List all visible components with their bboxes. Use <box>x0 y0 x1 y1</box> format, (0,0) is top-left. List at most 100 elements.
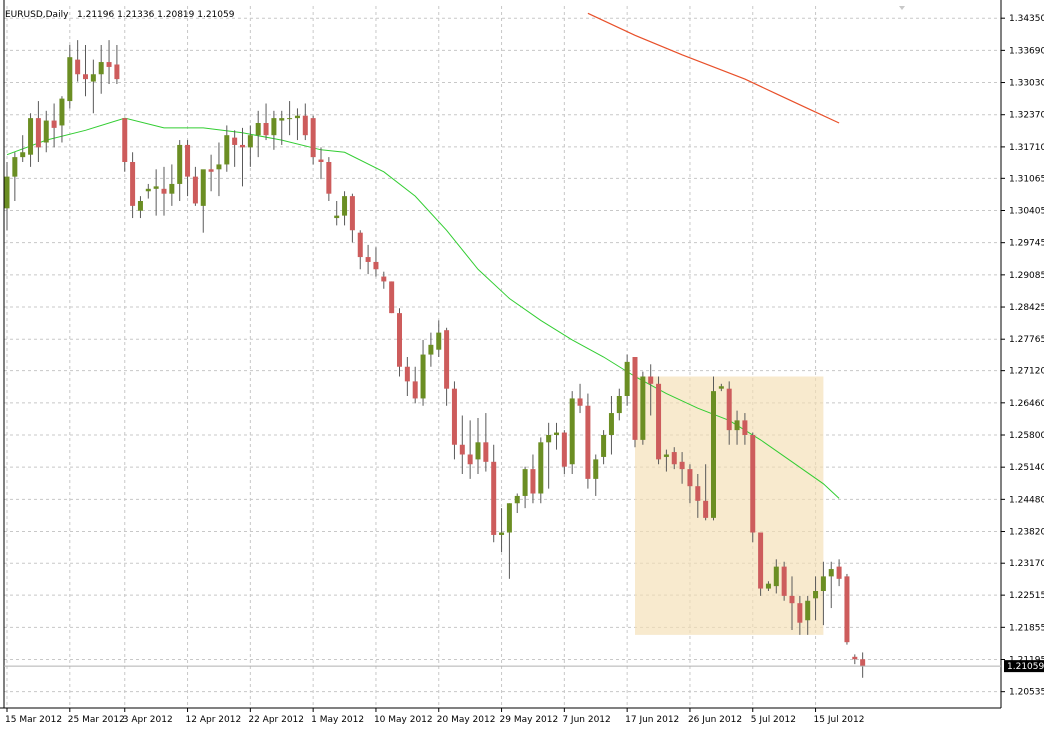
candle-bull <box>200 169 206 233</box>
x-tick-label: 5 Jul 2012 <box>751 715 796 725</box>
candle-body <box>648 376 654 384</box>
candle-bull <box>593 454 599 496</box>
candle-bear <box>656 376 662 465</box>
current-price-label: 1.21059 <box>1007 662 1044 672</box>
grid <box>4 6 1001 708</box>
candle-body <box>585 405 591 479</box>
candle-bull <box>436 320 442 357</box>
shift-marker-icon <box>899 6 905 10</box>
ohlc-readout: 1.21196 1.21336 1.20819 1.21059 <box>77 10 235 20</box>
candle-bull <box>514 493 520 513</box>
candle-body <box>860 659 866 667</box>
candle-bear <box>444 327 450 406</box>
x-tick-label: 20 May 2012 <box>437 715 496 725</box>
candle-bear <box>106 40 112 84</box>
candle-bull <box>98 45 104 94</box>
candle-bull <box>90 59 96 114</box>
candle-body <box>616 396 622 414</box>
candle-bull <box>640 371 646 445</box>
x-tick-label: 12 Apr 2012 <box>186 715 242 725</box>
y-tick-label: 1.26460 <box>1009 399 1044 409</box>
y-tick-label: 1.20535 <box>1009 688 1044 698</box>
candle-bear <box>365 244 371 275</box>
candle-bull <box>711 376 716 521</box>
candle-body <box>357 232 363 258</box>
candle-body <box>734 420 740 431</box>
y-tick-label: 1.24480 <box>1009 495 1044 505</box>
x-tick-label: 15 Jul 2012 <box>814 715 865 725</box>
candle-body <box>106 62 112 67</box>
candle-body <box>145 188 151 192</box>
candle-body <box>663 454 669 457</box>
candle-body <box>491 461 497 535</box>
candle-bull <box>247 125 253 167</box>
candle-bear <box>397 308 402 377</box>
candle-body <box>404 366 410 382</box>
candle-body <box>671 452 677 465</box>
candle-body <box>632 357 638 440</box>
candle-body <box>169 183 175 194</box>
candle-bull <box>475 417 481 474</box>
candle-bull <box>224 125 230 172</box>
candle-bear <box>161 166 167 216</box>
candle-body <box>161 188 167 194</box>
candle-body <box>4 176 10 209</box>
candle-body <box>240 144 245 148</box>
y-tick-label: 1.34350 <box>1009 14 1044 24</box>
candle-bear <box>240 127 245 187</box>
candle-bull <box>145 183 151 199</box>
y-tick-label: 1.27765 <box>1009 335 1044 345</box>
candle-bear <box>781 561 787 601</box>
candle-bear <box>467 420 473 479</box>
y-tick-label: 1.33030 <box>1009 79 1044 89</box>
candle-bull <box>271 110 277 150</box>
candle-bear <box>51 103 57 148</box>
y-tick-label: 1.28425 <box>1009 303 1044 313</box>
candle-bull <box>153 169 159 216</box>
candle-bear <box>232 130 238 167</box>
candle-body <box>506 503 512 533</box>
candle-bear <box>844 573 850 645</box>
candle-body <box>412 381 418 399</box>
candle-bear <box>349 193 355 243</box>
candle-bear <box>483 413 489 472</box>
x-tick-label: 29 May 2012 <box>500 715 559 725</box>
candle-bear <box>122 118 128 172</box>
candle-body <box>122 118 128 162</box>
y-tick-label: 1.25800 <box>1009 431 1044 441</box>
candle-bull <box>342 191 348 226</box>
candle-body <box>247 135 253 148</box>
candle-body <box>208 169 214 172</box>
candle-body <box>797 603 803 623</box>
candle-body <box>750 435 756 533</box>
candle-bull <box>12 152 18 201</box>
candle-body <box>20 152 26 158</box>
y-tick-label: 1.23170 <box>1009 559 1044 569</box>
y-tick-label: 1.25140 <box>1009 463 1044 473</box>
candle-body <box>365 257 371 262</box>
x-tick-label: 22 Apr 2012 <box>248 715 304 725</box>
price-chart: 1.34350 1.33690 1.33030 1.32370 1.31710 1.310… <box>0 0 1044 725</box>
candle-body <box>232 137 238 145</box>
candle-bull <box>428 332 434 367</box>
candle-body <box>805 600 811 621</box>
candle-body <box>773 566 779 587</box>
candle-body <box>459 444 465 455</box>
x-tick-label: 25 Mar 2012 <box>68 715 125 725</box>
candle-body <box>90 74 96 82</box>
candle-bear <box>263 103 269 141</box>
candle-bear <box>302 103 308 141</box>
candle-body <box>192 176 198 204</box>
candle-bull <box>255 110 261 158</box>
candle-bull <box>216 142 222 197</box>
candle-bear <box>83 45 88 97</box>
candle-body <box>561 432 567 467</box>
candle-body <box>436 332 442 350</box>
candle-body <box>177 144 183 184</box>
candle-bear <box>310 115 316 165</box>
x-tick-label: 26 Jun 2012 <box>688 715 742 725</box>
candle-body <box>185 144 191 177</box>
symbol-label: EURUSD,Daily <box>5 10 69 20</box>
candle-bull <box>616 388 622 421</box>
x-tick-label: 7 Jun 2012 <box>562 715 610 725</box>
